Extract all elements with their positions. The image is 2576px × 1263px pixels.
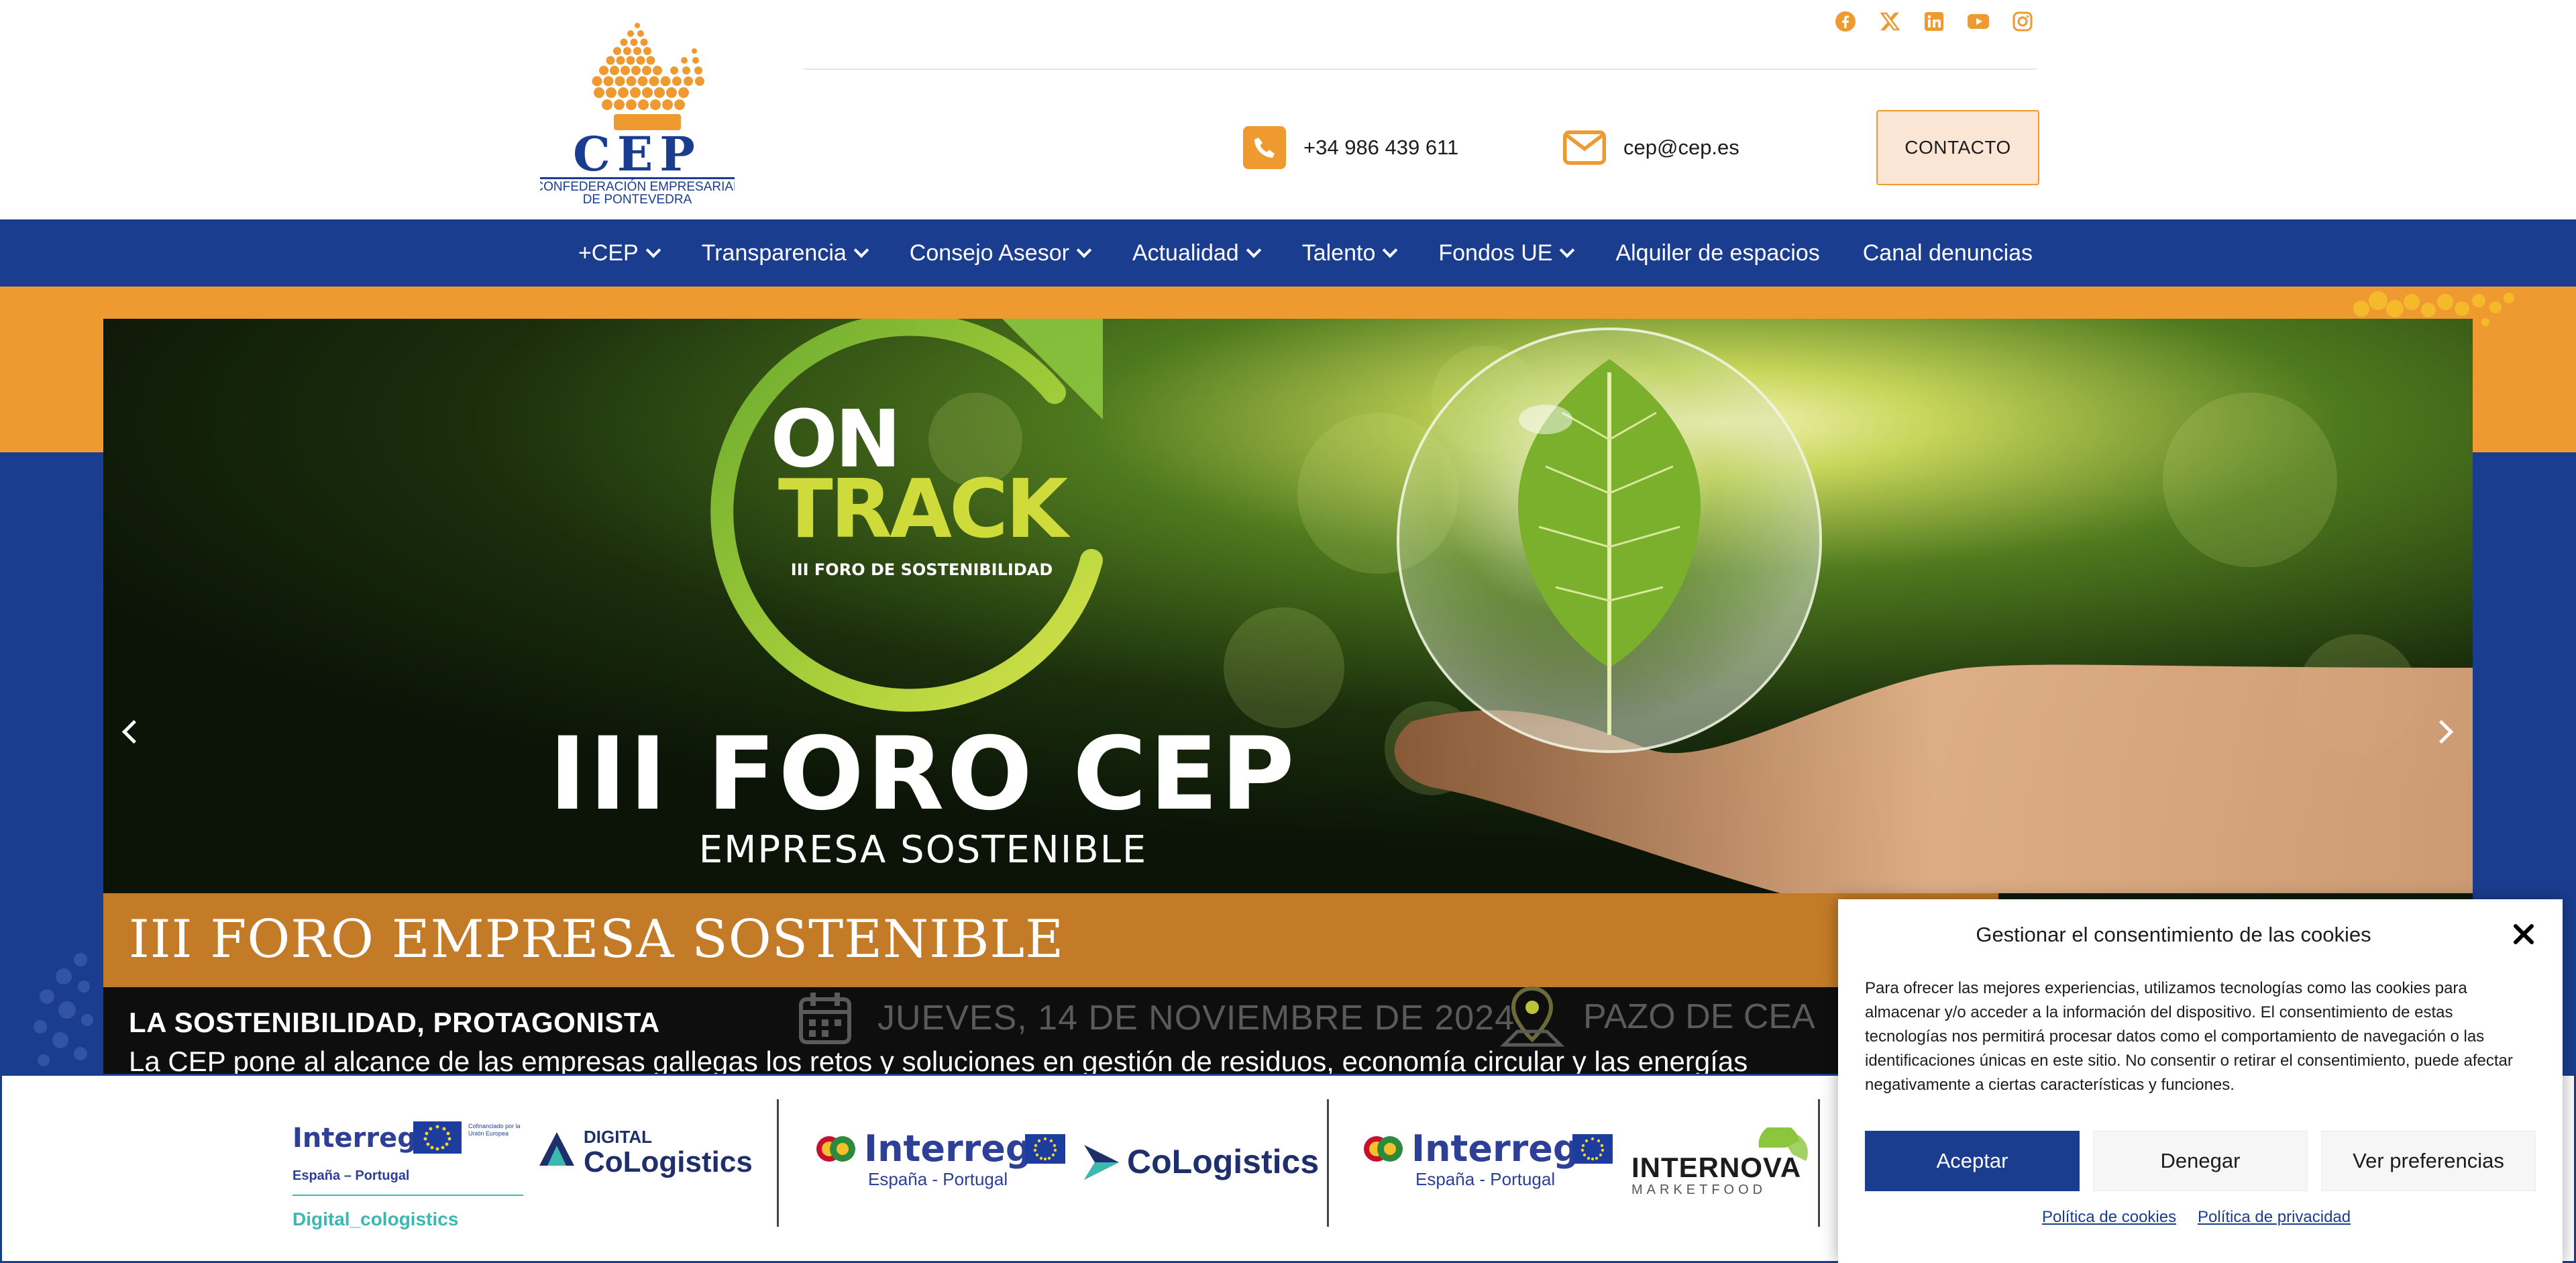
marketfood-label: MARKETFOOD xyxy=(1631,1182,1767,1197)
instagram-icon[interactable] xyxy=(2010,9,2035,34)
logo-acronym: CEP xyxy=(573,126,702,182)
nav-item-canal-denuncias[interactable]: Canal denuncias xyxy=(1863,240,2033,266)
nav-item-label: +CEP xyxy=(578,240,639,266)
eu-cofinanced-note: Cofinanciado por la Unión Europea xyxy=(468,1123,521,1137)
logo-subtitle-2: DE PONTEVEDRA xyxy=(583,193,692,205)
cologistics-label: CoLogistics xyxy=(584,1146,753,1178)
slider-next-button[interactable] xyxy=(2423,710,2466,753)
accept-cookies-button[interactable]: Aceptar xyxy=(1865,1131,2080,1191)
youtube-icon[interactable] xyxy=(1966,9,1990,34)
cep-logo[interactable]: CEP CONFEDERACIÓN EMPRESARIAL DE PONTEVE… xyxy=(534,20,741,207)
slider-prev-button[interactable] xyxy=(109,710,152,753)
nav-item-cep[interactable]: +CEP xyxy=(578,240,661,266)
cologistics-label: CoLogistics xyxy=(1127,1143,1320,1180)
slide-subheadline: EMPRESA SOSTENIBLE xyxy=(699,828,1148,872)
cookie-dialog-body: Para ofrecer las mejores experiencias, u… xyxy=(1865,979,2513,1094)
cologistics-triangle-icon xyxy=(539,1132,574,1166)
eu-flag-icon xyxy=(413,1121,462,1154)
email-contact[interactable]: cep@cep.es xyxy=(1563,126,1739,169)
nav-item-actualidad[interactable]: Actualidad xyxy=(1132,240,1262,266)
sponsor-logo-internova[interactable]: Interreg España - Portugal INTERNOVA MAR… xyxy=(1363,1127,1819,1215)
nav-item-talento[interactable]: Talento xyxy=(1301,240,1398,266)
phone-contact[interactable]: +34 986 439 611 xyxy=(1243,126,1458,169)
digital-label: DIGITAL xyxy=(584,1127,653,1147)
logo-separator xyxy=(777,1099,779,1227)
linkedin-icon[interactable] xyxy=(1922,9,1946,34)
interreg-region: España - Portugal xyxy=(1415,1169,1556,1189)
nav-item-label: Alquiler de espacios xyxy=(1615,240,1820,266)
x-icon[interactable] xyxy=(1878,9,1902,34)
chevron-right-icon xyxy=(2429,719,2453,744)
cookie-dialog-title: Gestionar el consentimiento de las cooki… xyxy=(1976,923,2371,946)
badge-track: TRACK xyxy=(778,463,1071,556)
eu-flag-icon xyxy=(1572,1134,1613,1164)
nav-item-label: Actualidad xyxy=(1132,240,1239,266)
cookie-consent-dialog: Gestionar el consentimiento de las cooki… xyxy=(1838,899,2563,1263)
phone-icon xyxy=(1243,126,1286,169)
site-header xyxy=(0,0,2576,219)
nav-items: +CEP Transparencia Consejo Asesor Actual… xyxy=(543,240,2033,266)
logo-dots-graphic: CEP CONFEDERACIÓN EMPRESARIAL DE PONTEVE… xyxy=(534,23,741,207)
logo-subtitle-1: CONFEDERACIÓN EMPRESARIAL xyxy=(540,179,735,194)
slide-headline: III FORO CEP xyxy=(549,716,1297,833)
deny-cookies-button[interactable]: Denegar xyxy=(2093,1131,2308,1191)
chevron-down-icon xyxy=(853,242,869,258)
logo-separator xyxy=(1818,1099,1820,1227)
event-date-text: JUEVES, 14 DE NOVIEMBRE DE 2024 xyxy=(877,999,1515,1038)
caption-title[interactable]: III FORO EMPRESA SOSTENIBLE xyxy=(129,909,1064,970)
sponsor-logo-cologistics[interactable]: Interreg España - Portugal CoLogistics xyxy=(816,1127,1319,1215)
nav-item-label: Transparencia xyxy=(701,240,847,266)
nav-item-label: Fondos UE xyxy=(1438,240,1553,266)
chevron-down-icon xyxy=(1383,242,1398,258)
contact-button[interactable]: CONTACTO xyxy=(1876,110,2039,185)
cologistics-arrow-icon xyxy=(1084,1145,1119,1180)
interreg-wordmark: Interreg xyxy=(292,1123,417,1154)
event-place-text: PAZO DE CEA xyxy=(1583,997,1815,1036)
internova-label: INTERNOVA xyxy=(1631,1152,1802,1183)
map-pin-icon xyxy=(1499,986,1565,1047)
nav-item-label: Talento xyxy=(1301,240,1376,266)
privacy-policy-link[interactable]: Política de privacidad xyxy=(2198,1208,2351,1227)
nav-item-alquiler-espacios[interactable]: Alquiler de espacios xyxy=(1615,240,1819,266)
logo-divider xyxy=(292,1195,523,1196)
sponsor-logo-digital-cologistics[interactable]: Interreg Cofinanciado por la Unión Europ… xyxy=(292,1116,753,1244)
nav-item-fondos-ue[interactable]: Fondos UE xyxy=(1438,240,1575,266)
view-preferences-button[interactable]: Ver preferencias xyxy=(2321,1131,2536,1191)
social-links xyxy=(1833,9,2035,34)
envelope-icon xyxy=(1563,126,1606,169)
chevron-down-icon xyxy=(1560,242,1575,258)
interreg-region: España – Portugal xyxy=(292,1168,410,1183)
logo-separator xyxy=(1327,1099,1329,1227)
cookie-policy-link[interactable]: Política de cookies xyxy=(2042,1208,2176,1227)
event-date: JUEVES, 14 DE NOVIEMBRE DE 2024 xyxy=(797,990,1515,1046)
main-nav: +CEP Transparencia Consejo Asesor Actual… xyxy=(0,219,2576,287)
badge-subtitle: III FORO DE SOSTENIBILIDAD xyxy=(791,560,1053,579)
interreg-wordmark: Interreg xyxy=(864,1127,1032,1170)
digital-cologistics-caption: Digital_cologistics xyxy=(292,1209,459,1229)
spain-portugal-flags-icon xyxy=(816,1136,855,1162)
facebook-icon[interactable] xyxy=(1833,9,1858,34)
nav-item-transparencia[interactable]: Transparencia xyxy=(701,240,869,266)
chevron-left-icon xyxy=(121,719,146,744)
decorative-dots xyxy=(27,946,101,1074)
caption-text: La CEP pone al alcance de las empresas g… xyxy=(129,1046,1748,1074)
calendar-icon xyxy=(799,993,851,1044)
chevron-down-icon xyxy=(1076,242,1092,258)
nav-item-label: Consejo Asesor xyxy=(909,240,1069,266)
nav-item-consejo-asesor[interactable]: Consejo Asesor xyxy=(909,240,1092,266)
slide-image: ON TRACK III FORO DE SOSTENIBILIDAD III … xyxy=(103,319,2473,893)
spain-portugal-flags-icon xyxy=(1364,1136,1403,1162)
close-icon[interactable] xyxy=(2508,918,2540,950)
nav-item-label: Canal denuncias xyxy=(1862,240,2033,266)
interreg-region: España - Portugal xyxy=(868,1169,1008,1189)
interreg-wordmark: Interreg xyxy=(1411,1127,1579,1170)
phone-number[interactable]: +34 986 439 611 xyxy=(1303,136,1458,160)
event-place: PAZO DE CEA xyxy=(1499,983,1815,1050)
eu-flag-icon xyxy=(1025,1134,1065,1164)
chevron-down-icon xyxy=(645,242,661,258)
caption-subtitle: LA SOSTENIBILIDAD, PROTAGONISTA xyxy=(129,1007,660,1038)
chevron-down-icon xyxy=(1246,242,1262,258)
email-address[interactable]: cep@cep.es xyxy=(1623,136,1739,160)
header-divider xyxy=(804,68,2037,70)
